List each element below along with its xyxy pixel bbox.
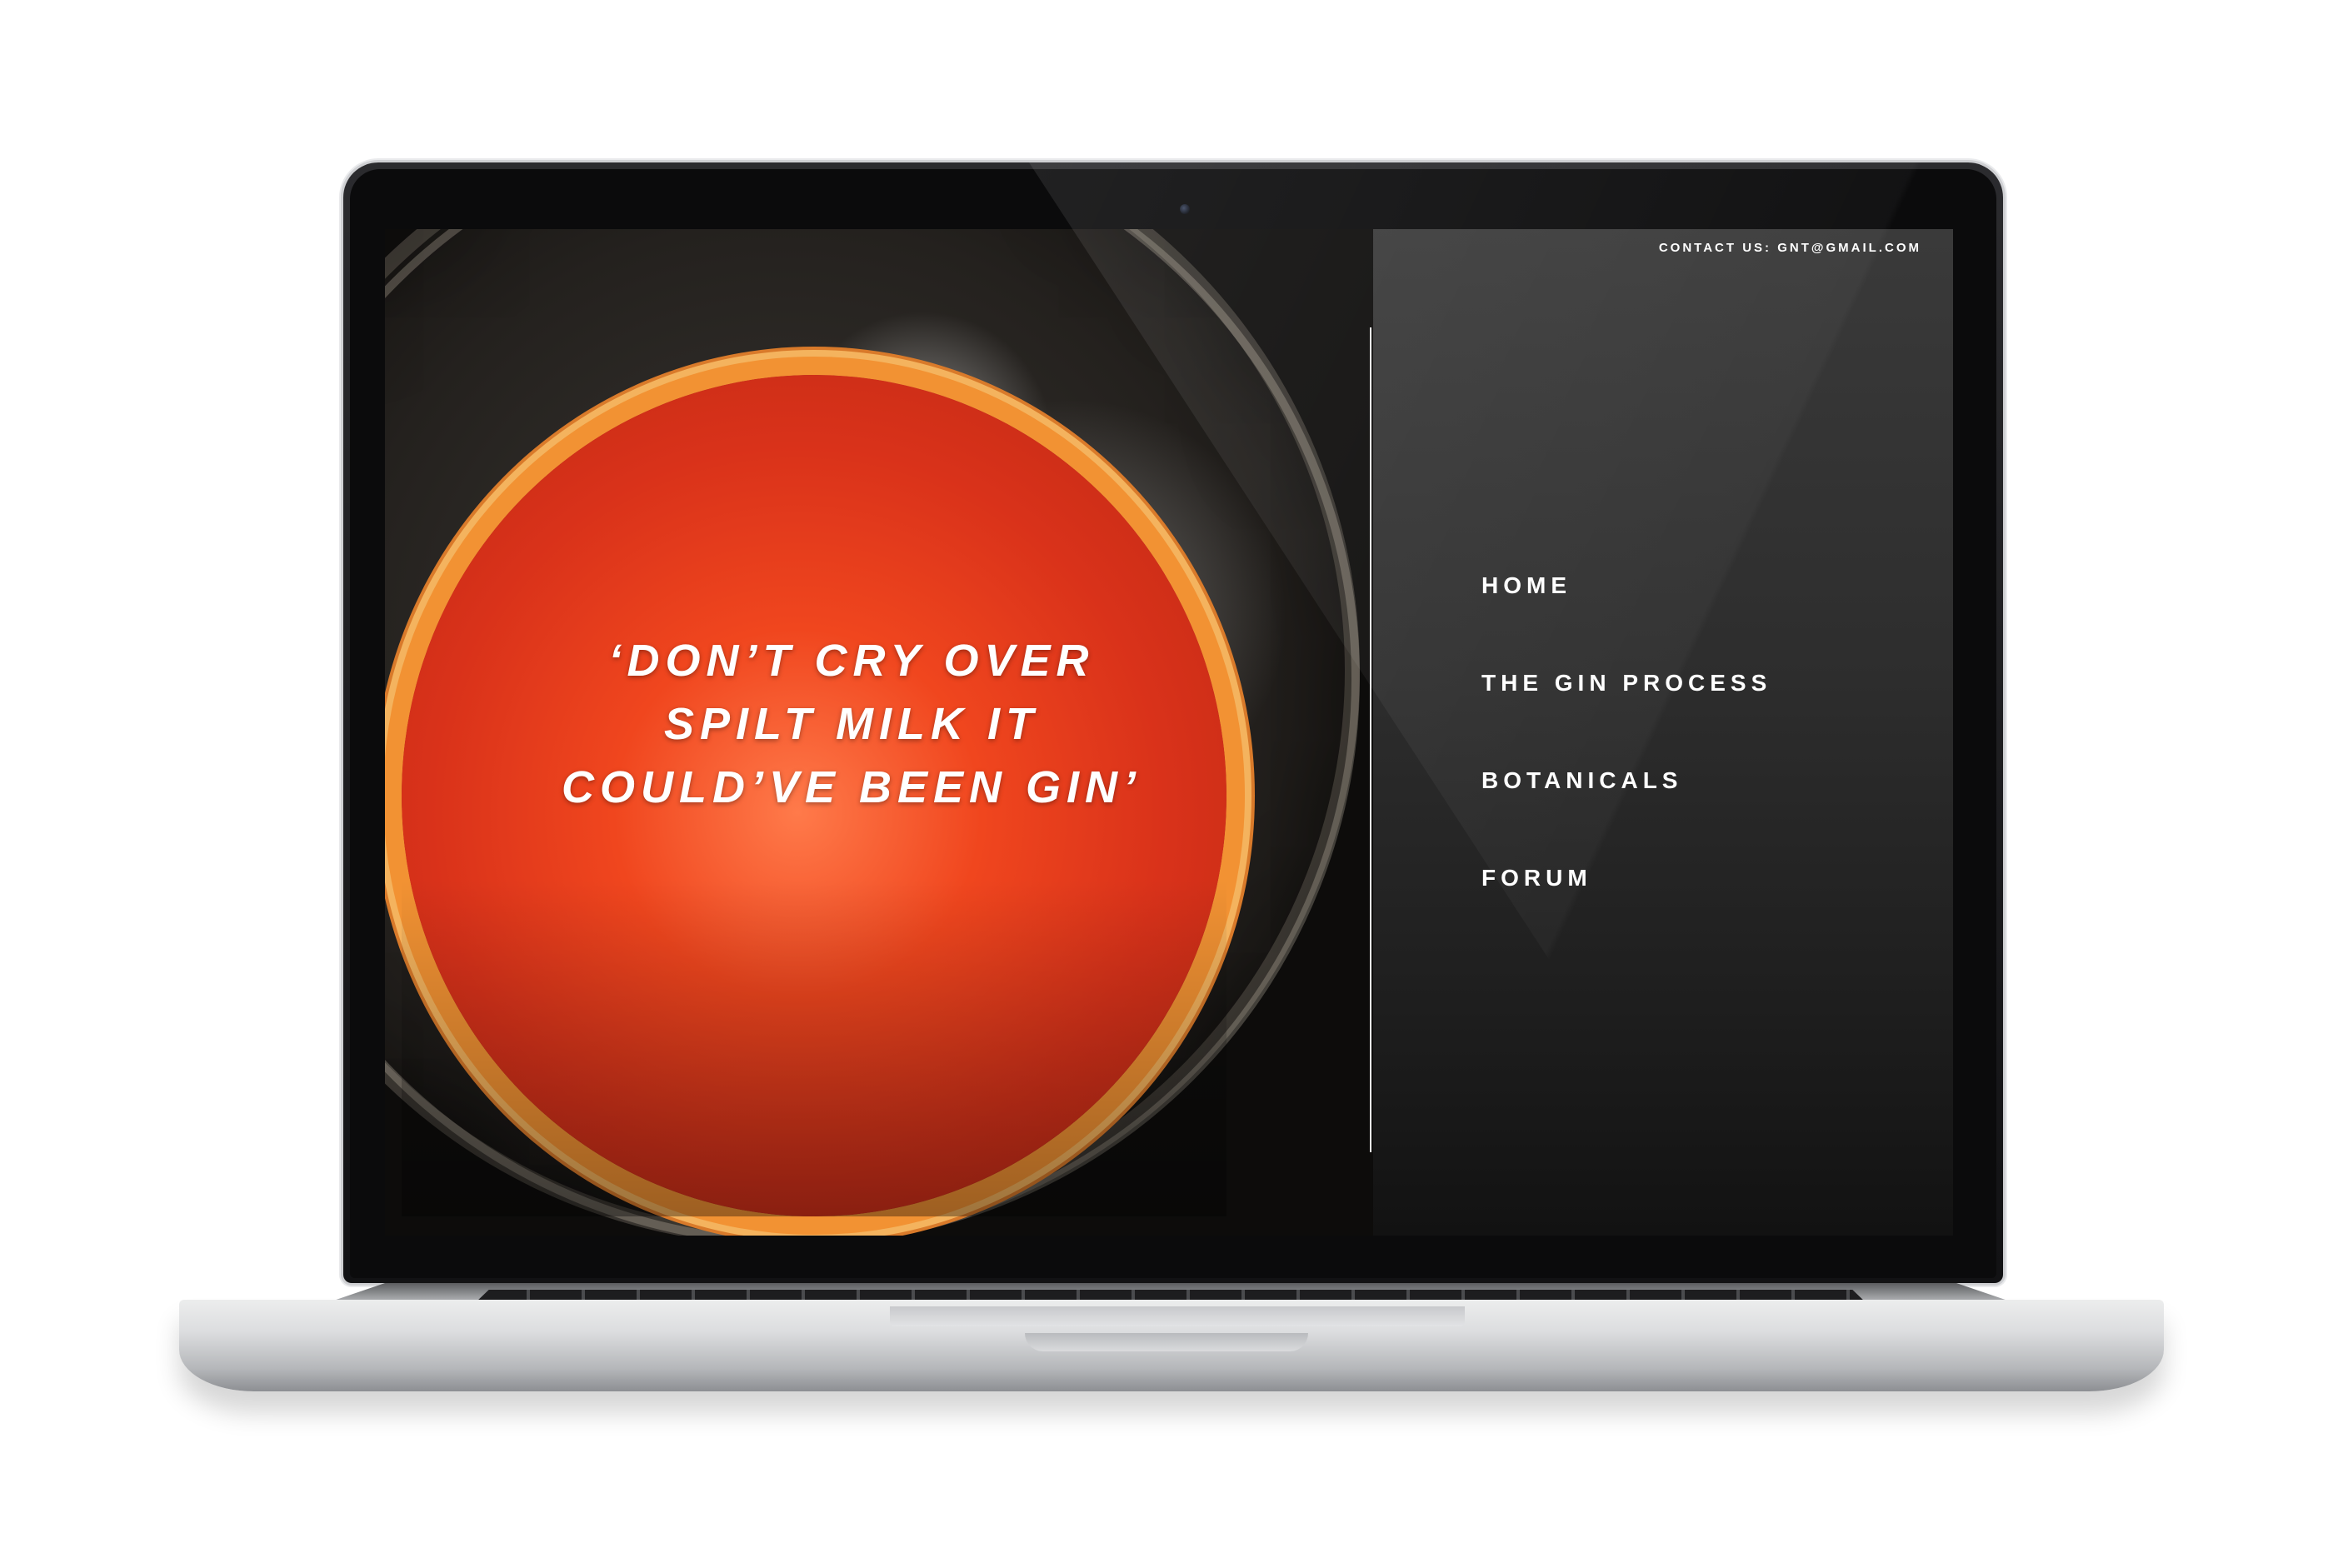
- hero-quote: ‘DON’T CRY OVER SPILT MILK IT COULD’VE B…: [485, 629, 1218, 819]
- nav-item-gin-process[interactable]: THE GIN PROCESS: [1481, 670, 1771, 767]
- nav-item-botanicals[interactable]: BOTANICALS: [1481, 767, 1771, 865]
- quote-line-3: COULD’VE BEEN GIN’: [561, 762, 1142, 812]
- quote-line-2: SPILT MILK IT: [664, 699, 1039, 749]
- trackpad-edge: [890, 1306, 1465, 1326]
- contact-link[interactable]: CONTACT US: GNT@GMAIL.COM: [1659, 241, 1921, 255]
- camera-icon: [1180, 204, 1190, 214]
- hero-image: ‘DON’T CRY OVER SPILT MILK IT COULD’VE B…: [385, 229, 1453, 1236]
- laptop-mockup: ‘DON’T CRY OVER SPILT MILK IT COULD’VE B…: [0, 0, 2333, 1568]
- quote-line-1: ‘DON’T CRY OVER: [608, 636, 1095, 686]
- website-screen: ‘DON’T CRY OVER SPILT MILK IT COULD’VE B…: [385, 229, 1953, 1236]
- nav-item-home[interactable]: HOME: [1481, 572, 1771, 670]
- vertical-divider: [1370, 327, 1371, 1152]
- nav-item-forum[interactable]: FORUM: [1481, 865, 1771, 962]
- lid-notch: [1025, 1333, 1308, 1351]
- main-nav: HOME THE GIN PROCESS BOTANICALS FORUM: [1481, 572, 1771, 962]
